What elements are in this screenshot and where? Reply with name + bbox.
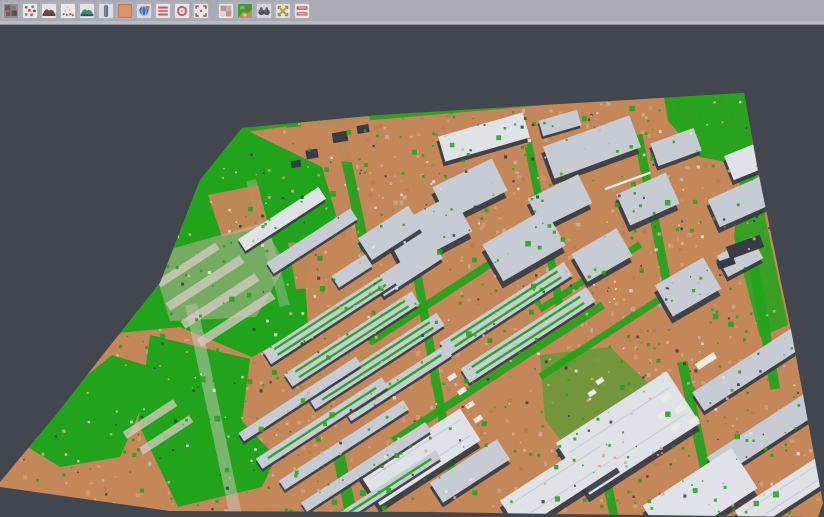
red-bars-icon — [295, 4, 309, 18]
red-ring-icon — [175, 4, 189, 18]
red-list-icon — [156, 4, 170, 18]
red-ring-button[interactable] — [173, 2, 190, 19]
ground-points-button[interactable] — [59, 2, 76, 19]
toolbar-separator — [210, 2, 216, 19]
checker-transparency-icon — [219, 4, 233, 18]
binoculars-find-icon — [257, 4, 271, 18]
globe-3d-button[interactable] — [135, 2, 152, 19]
terrain-green-button[interactable] — [78, 2, 95, 19]
app-window — [0, 0, 824, 517]
selection-extent-button[interactable] — [192, 2, 209, 19]
move-cross-icon — [276, 4, 290, 18]
terrain-brown-button[interactable] — [40, 2, 57, 19]
orange-tile-icon — [118, 4, 132, 18]
classified-map-button[interactable] — [236, 2, 253, 19]
point-classes-button[interactable] — [21, 2, 38, 19]
red-bars-button[interactable] — [293, 2, 310, 19]
ground-points-icon — [61, 4, 75, 18]
terrain-mesh — [0, 25, 824, 517]
terrain-brown-icon — [42, 4, 56, 18]
selection-extent-icon — [194, 4, 208, 18]
raster-thumbnail-icon — [4, 4, 18, 18]
classified-map-icon — [238, 4, 252, 18]
move-cross-button[interactable] — [274, 2, 291, 19]
profile-column-button[interactable] — [97, 2, 114, 19]
point-classes-icon — [23, 4, 37, 18]
globe-3d-icon — [137, 4, 151, 18]
raster-thumbnail-button[interactable] — [2, 2, 19, 19]
binoculars-find-button[interactable] — [255, 2, 272, 19]
profile-column-icon — [99, 4, 113, 18]
toolbar — [0, 0, 824, 21]
checker-transparency-button[interactable] — [217, 2, 234, 19]
viewport-3d[interactable] — [0, 25, 824, 517]
terrain-green-icon — [80, 4, 94, 18]
red-list-button[interactable] — [154, 2, 171, 19]
orange-tile-button[interactable] — [116, 2, 133, 19]
